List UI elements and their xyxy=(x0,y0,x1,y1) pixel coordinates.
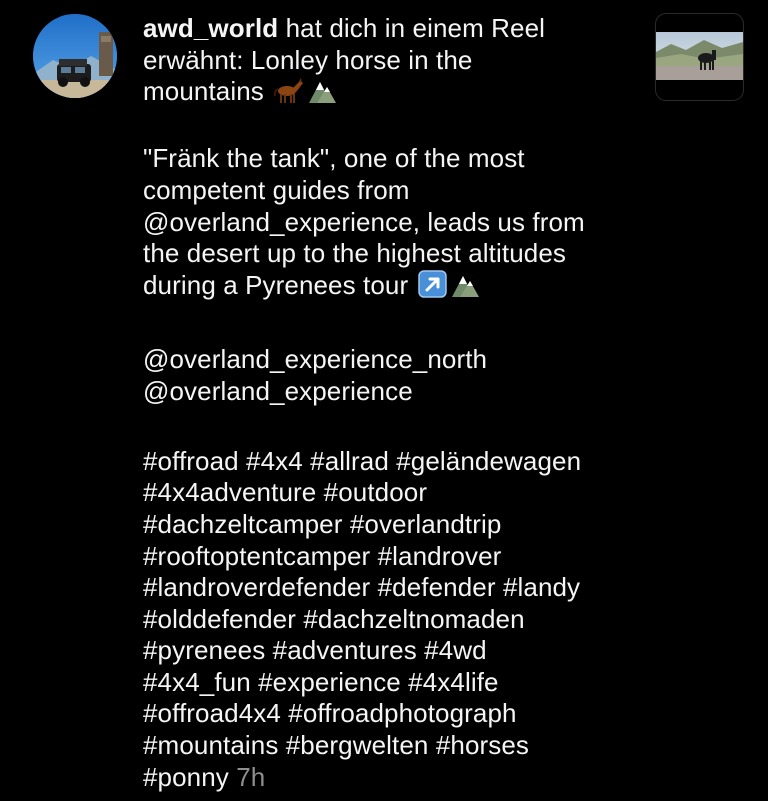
reel-thumbnail[interactable] xyxy=(655,13,744,101)
hashtag-line[interactable]: #4x4_fun #experience #4x4life xyxy=(143,667,643,699)
hashtag-line[interactable]: #4x4adventure #outdoor xyxy=(143,477,643,509)
hashtag-line[interactable]: #olddefender #dachzeltnomaden xyxy=(143,604,643,636)
up-right-arrow-icon xyxy=(417,270,448,306)
caption-line-4: the desert up to the highest altitudes xyxy=(143,238,566,269)
caption-line-5: during a Pyrenees tour xyxy=(143,270,643,306)
mountain-icon xyxy=(307,78,337,112)
hashtag-line[interactable]: #landroverdefender #defender #landy xyxy=(143,572,643,604)
horse-icon xyxy=(273,78,305,112)
hashtag-line[interactable]: #offroad #4x4 #allrad #geländewagen xyxy=(143,446,643,478)
notification-text[interactable]: awd_world hat dich in einem Reel erwähnt… xyxy=(143,13,643,793)
hashtag-line[interactable]: #dachzeltcamper #overlandtrip xyxy=(143,509,643,541)
mention-line-3: mountains xyxy=(143,76,643,112)
hashtag-line-last: #ponny 7h xyxy=(143,762,643,794)
mention-text: hat dich in einem Reel xyxy=(278,13,546,43)
hashtag-line[interactable]: #offroad4x4 #offroadphotograph xyxy=(143,698,643,730)
mention-line-2: erwähnt: Lonley horse in the xyxy=(143,44,473,75)
caption-line-1: "Fränk the tank", one of the most xyxy=(143,143,525,174)
hashtag-line[interactable]: #pyrenees #adventures #4wd xyxy=(143,635,643,667)
username[interactable]: awd_world xyxy=(143,13,278,43)
hashtag-line[interactable]: #mountains #bergwelten #horses xyxy=(143,730,643,762)
mention-link-1[interactable]: @overland_experience_north xyxy=(143,344,643,376)
hashtag-ponny[interactable]: #ponny xyxy=(143,762,229,792)
avatar[interactable] xyxy=(33,14,117,98)
hashtag-line[interactable]: #rooftoptentcamper #landrover xyxy=(143,541,643,573)
mountain-icon xyxy=(450,272,480,306)
caption-line-2: competent guides from xyxy=(143,174,410,205)
timestamp: 7h xyxy=(236,761,266,792)
mention-line-1: awd_world hat dich in einem Reel xyxy=(143,13,643,45)
mention-link-2[interactable]: @overland_experience xyxy=(143,376,643,408)
caption-line-3: @overland_experience, leads us from xyxy=(143,206,585,237)
